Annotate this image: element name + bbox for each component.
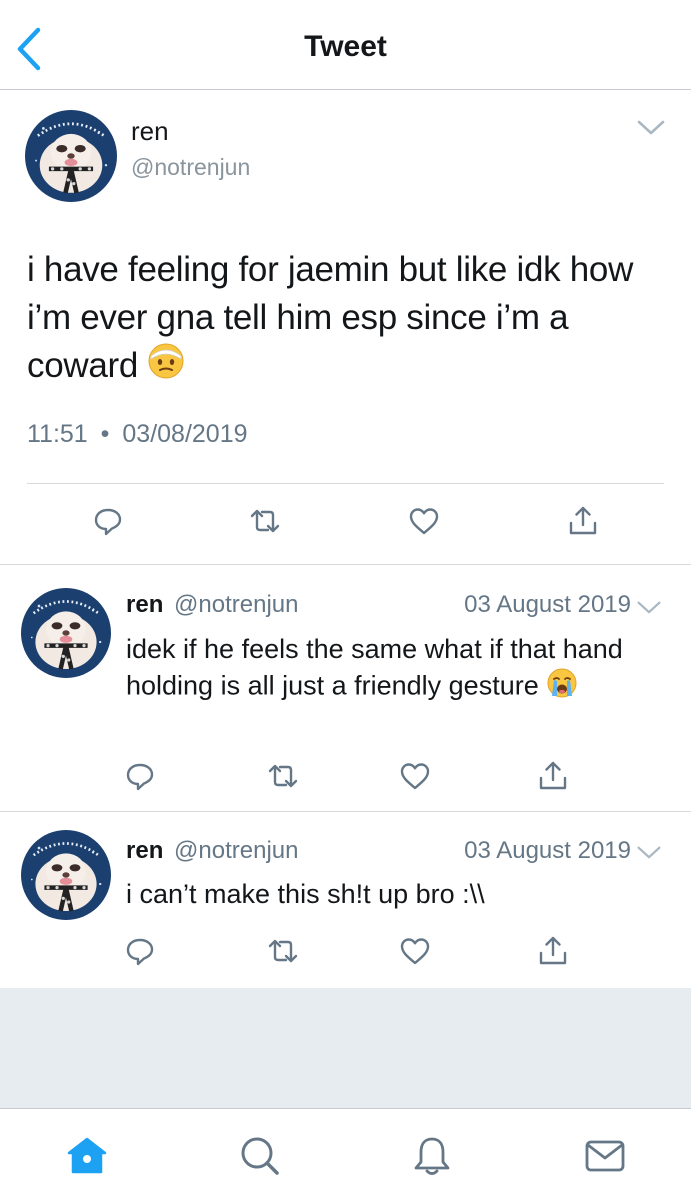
page-title: Tweet	[304, 30, 387, 63]
divider	[27, 483, 664, 484]
like-icon[interactable]	[408, 505, 440, 537]
retweet-icon[interactable]	[267, 935, 299, 967]
reply-icon[interactable]	[124, 935, 156, 967]
share-icon[interactable]	[537, 935, 569, 967]
share-icon[interactable]	[567, 505, 599, 537]
loudly-crying-face-icon	[546, 667, 578, 708]
search-icon[interactable]	[238, 1134, 282, 1178]
tweet-time: 11:51	[27, 420, 88, 448]
navigation-bar: Tweet	[0, 0, 691, 90]
author-name[interactable]: ren	[131, 116, 169, 147]
author-name[interactable]: ren	[126, 591, 163, 618]
author-handle[interactable]: @notrenjun	[174, 591, 298, 618]
like-icon[interactable]	[399, 760, 431, 792]
author-handle[interactable]: @notrenjun	[131, 154, 250, 181]
reply-text: i can’t make this sh!t up bro :\\	[126, 879, 485, 909]
reply-actions	[0, 935, 691, 975]
share-icon[interactable]	[537, 760, 569, 792]
tweet-timestamp: 11:51 • 03/08/2019	[27, 420, 248, 449]
reply-icon[interactable]	[124, 760, 156, 792]
tweet-actions	[0, 505, 691, 545]
reply-tweet[interactable]: ren @notrenjun 03 August 2019 i can’t ma…	[0, 812, 691, 988]
reply-date: 03 August 2019	[464, 837, 631, 864]
notifications-icon[interactable]	[410, 1134, 454, 1178]
tweet-date: 03/08/2019	[122, 420, 248, 448]
home-icon[interactable]	[65, 1134, 109, 1178]
reply-text: idek if he feels the same what if that h…	[126, 632, 646, 708]
author-name[interactable]: ren	[126, 837, 163, 864]
avatar[interactable]	[25, 110, 117, 202]
tweet-text: i have feeling for jaemin but like idk h…	[27, 246, 667, 393]
main-tweet: ren @notrenjun i have feeling for jaemin…	[0, 90, 691, 565]
messages-icon[interactable]	[583, 1134, 627, 1178]
meta-separator: •	[100, 420, 110, 448]
author-handle[interactable]: @notrenjun	[174, 837, 298, 864]
reply-header: ren @notrenjun	[126, 591, 298, 619]
chevron-down-icon[interactable]	[636, 599, 662, 615]
empty-background	[0, 988, 691, 1108]
reply-tweet[interactable]: ren @notrenjun 03 August 2019 idek if he…	[0, 565, 691, 812]
reply-actions	[0, 760, 691, 800]
reply-icon[interactable]	[92, 505, 124, 537]
avatar[interactable]	[21, 588, 111, 678]
chevron-down-icon[interactable]	[636, 844, 662, 860]
retweet-icon[interactable]	[267, 760, 299, 792]
like-icon[interactable]	[399, 935, 431, 967]
chevron-down-icon[interactable]	[636, 118, 666, 136]
reply-header: ren @notrenjun	[126, 837, 298, 865]
reply-date: 03 August 2019	[464, 591, 631, 618]
tweet-text-content: i have feeling for jaemin but like idk h…	[27, 250, 634, 385]
avatar[interactable]	[21, 830, 111, 920]
face-with-head-bandage-icon	[147, 342, 185, 393]
retweet-icon[interactable]	[249, 505, 281, 537]
tab-bar	[0, 1108, 691, 1200]
